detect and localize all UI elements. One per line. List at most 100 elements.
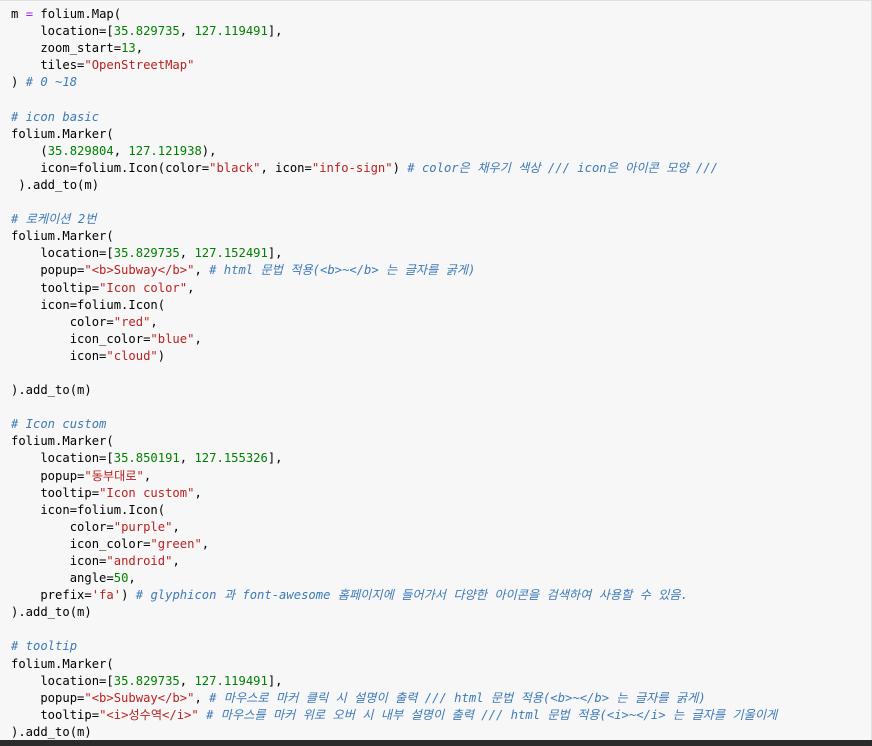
code-line: angle=50, — [11, 570, 777, 587]
code-line: popup="동부대로", — [11, 468, 777, 485]
code-token: , — [113, 143, 129, 158]
code-number: 13 — [121, 41, 136, 56]
code-editor[interactable]: m = folium.Map( location=[35.829735, 127… — [11, 6, 777, 741]
code-line: location=[35.829735, 127.152491], — [11, 245, 777, 262]
code-token: tiles= — [11, 58, 85, 73]
code-comment: # 로케이션 2번 — [11, 212, 97, 227]
code-token: icon_color= — [11, 536, 151, 551]
code-line: folium.Marker( — [11, 656, 777, 673]
code-number: 127.119491 — [194, 673, 268, 688]
code-line: tooltip="Icon color", — [11, 280, 777, 297]
code-token: ), — [201, 143, 217, 158]
code-line: icon_color="blue", — [11, 331, 777, 348]
code-number: 35.829735 — [113, 673, 180, 688]
code-comment: # 마우스로 마커 클릭 시 설명이 출력 /// html 문법 적용(<b>… — [209, 690, 706, 705]
code-token: ], — [267, 246, 283, 261]
code-token: , — [172, 519, 180, 534]
code-token: zoom_start= — [11, 41, 122, 56]
code-token: icon=folium.Icon(color= — [11, 160, 210, 175]
code-number: 127.119491 — [194, 24, 268, 39]
code-string: "Icon custom" — [99, 485, 195, 500]
code-token: , — [179, 673, 195, 688]
code-token: icon=folium.Icon( — [11, 502, 166, 517]
code-number: 35.850191 — [113, 451, 180, 466]
code-token: ], — [267, 451, 283, 466]
code-token: location=[ — [11, 451, 114, 466]
code-token: popup= — [11, 263, 85, 278]
code-token: ).add_to(m) — [11, 383, 92, 398]
code-token: , — [194, 331, 202, 346]
code-number: 127.121938 — [128, 143, 202, 158]
code-line: tiles="OpenStreetMap" — [11, 57, 777, 74]
code-number: 127.152491 — [194, 246, 268, 261]
code-string: "cloud" — [106, 348, 158, 363]
code-token: ) — [11, 75, 26, 90]
code-token: folium.Marker( — [11, 229, 114, 244]
code-number: 35.829735 — [113, 246, 180, 261]
code-token: ], — [267, 673, 283, 688]
code-token: tooltip= — [11, 707, 100, 722]
code-line: folium.Marker( — [11, 228, 777, 245]
code-token: ).add_to(m) — [11, 724, 92, 739]
code-line: ).add_to(m) — [11, 382, 777, 399]
code-line: # Icon custom — [11, 416, 777, 433]
code-token: , — [150, 314, 158, 329]
code-comment: # Icon custom — [11, 417, 107, 432]
code-token: ) — [121, 588, 136, 603]
code-line: color="purple", — [11, 519, 777, 536]
code-token: ], — [267, 24, 283, 39]
code-line: icon_color="green", — [11, 536, 777, 553]
code-line: icon=folium.Icon(color="black", icon="in… — [11, 160, 777, 177]
code-comment: # html 문법 적용(<b>~</b> 는 글자를 굵게) — [209, 263, 476, 278]
code-token: popup= — [11, 468, 85, 483]
code-string: "black" — [209, 160, 261, 175]
code-string: "<i>성수역</i>" — [99, 707, 199, 722]
code-token: folium.Marker( — [11, 656, 114, 671]
code-cell[interactable]: m = folium.Map( location=[35.829735, 127… — [0, 0, 872, 740]
code-token: , — [179, 451, 195, 466]
code-token: = — [25, 7, 34, 21]
code-token: ) — [392, 160, 408, 175]
code-line: prefix='fa') # glyphicon 과 font-awesome … — [11, 587, 777, 604]
code-token: folium.Map( — [33, 7, 122, 21]
code-number: 35.829804 — [47, 143, 114, 158]
code-token: , — [194, 485, 202, 500]
code-token: icon= — [11, 348, 107, 363]
code-string: "purple" — [113, 519, 173, 534]
code-line: # 로케이션 2번 — [11, 211, 777, 228]
code-comment: # 0 ~18 — [25, 75, 78, 90]
code-line: zoom_start=13, — [11, 40, 777, 57]
code-token: , — [135, 41, 144, 56]
code-line: color="red", — [11, 314, 777, 331]
code-token: tooltip= — [11, 280, 100, 295]
code-token: , — [201, 536, 210, 551]
code-line: popup="<b>Subway</b>", # 마우스로 마커 클릭 시 설명… — [11, 690, 777, 707]
code-token: ( — [11, 143, 48, 158]
code-comment: # glyphicon 과 font-awesome 홈페이지에 들어가서 다양… — [135, 588, 688, 603]
code-line: icon=folium.Icon( — [11, 502, 777, 519]
code-token: , — [179, 24, 195, 39]
code-token: , — [128, 571, 136, 586]
code-token: , — [187, 280, 195, 295]
code-line: tooltip="Icon custom", — [11, 485, 777, 502]
code-token: , — [143, 468, 152, 483]
code-number: 127.155326 — [194, 451, 268, 466]
code-token: icon_color= — [11, 331, 151, 346]
code-line: tooltip="<i>성수역</i>" # 마우스를 마커 위로 오버 시 내… — [11, 707, 777, 724]
code-string: "blue" — [150, 331, 195, 346]
code-comment: # color은 채우기 색상 /// icon은 아이콘 모양 /// — [407, 160, 718, 175]
code-token: , icon= — [260, 160, 312, 175]
code-token: folium.Marker( — [11, 434, 114, 449]
code-string: "info-sign" — [311, 160, 393, 175]
code-line: m = folium.Map( — [11, 6, 777, 23]
code-line: location=[35.829735, 127.119491], — [11, 23, 777, 40]
bottom-scrollbar[interactable] — [0, 740, 872, 746]
code-comment: # tooltip — [11, 639, 78, 654]
code-line: # icon basic — [11, 109, 777, 126]
code-token: location=[ — [11, 24, 114, 39]
